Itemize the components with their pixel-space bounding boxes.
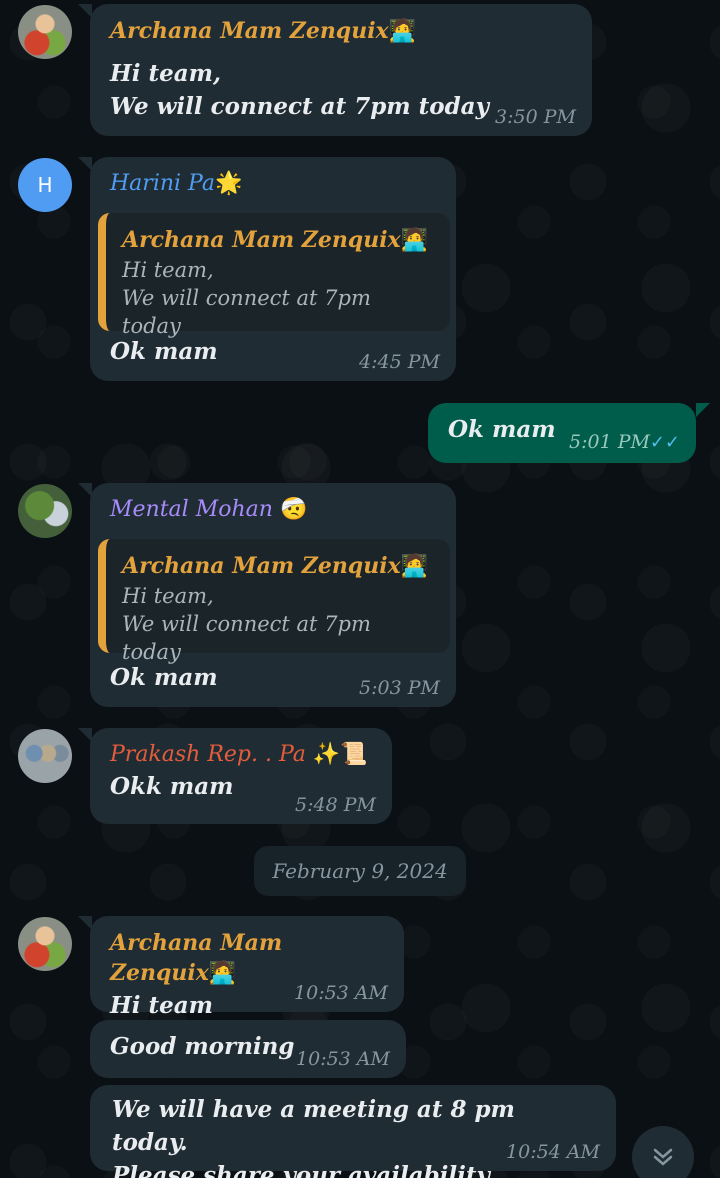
technologist-emoji: 🧑‍💻 <box>208 961 237 986</box>
message-bubble-2[interactable]: Harini Pa🌟 Archana Mam Zenquix🧑‍💻 Hi tea… <box>90 157 456 381</box>
quoted-message[interactable]: Archana Mam Zenquix🧑‍💻 Hi team, We will … <box>98 213 450 338</box>
sparkles-scroll-emoji: ✨📜 <box>312 742 368 767</box>
sender-name[interactable]: Prakash Rep. . Pa ✨📜 <box>110 740 372 770</box>
message-bubble-7[interactable]: Good morning 10:53 AM <box>90 1020 406 1078</box>
technologist-emoji: 🧑‍💻 <box>400 554 429 579</box>
message-bubble-outgoing[interactable]: Ok mam 5:01 PM ✓✓ <box>428 403 696 463</box>
quoted-line: Hi team, <box>122 584 214 608</box>
sender-name-text: Archana Mam Zenquix <box>110 930 283 986</box>
message-time: 5:48 PM <box>295 794 376 816</box>
chevron-double-down-icon <box>653 1148 673 1166</box>
technologist-emoji: 🧑‍💻 <box>400 228 429 253</box>
quoted-line: Hi team, <box>122 258 214 282</box>
sender-name-text: Mental Mohan <box>110 497 273 522</box>
avatar-prakash[interactable] <box>18 729 72 783</box>
double-check-icon: ✓✓ <box>649 432 680 453</box>
avatar-harini[interactable]: H <box>18 158 72 212</box>
avatar-archana[interactable] <box>18 917 72 971</box>
message-time: 10:54 AM <box>506 1141 600 1163</box>
message-bubble-6[interactable]: Archana Mam Zenquix🧑‍💻 Hi team 10:53 AM <box>90 916 404 1019</box>
message-bubble-8[interactable]: We will have a meeting at 8 pm today. Pl… <box>90 1085 616 1178</box>
message-time: 4:45 PM <box>359 351 440 373</box>
sender-name[interactable]: Mental Mohan 🤕 <box>110 495 436 525</box>
bubble-tail <box>696 403 710 417</box>
avatar-letter: H <box>37 173 53 197</box>
message-bubble-1[interactable]: Archana Mam Zenquix🧑‍💻 Hi team, We will … <box>90 4 592 136</box>
technologist-emoji: 🧑‍💻 <box>388 19 417 44</box>
bandage-face-emoji: 🤕 <box>279 497 308 522</box>
sender-name[interactable]: Archana Mam Zenquix🧑‍💻 <box>110 16 572 47</box>
message-text: Ok mam <box>110 338 218 365</box>
quoted-line: We will connect at 7pm today <box>122 612 371 664</box>
date-separator: February 9, 2024 <box>254 846 466 896</box>
avatar-mohan[interactable] <box>18 484 72 538</box>
sender-name[interactable]: Archana Mam Zenquix🧑‍💻 <box>110 928 384 989</box>
message-time: 10:53 AM <box>296 1048 390 1070</box>
message-time: 10:53 AM <box>294 982 388 1004</box>
message-text: We will have a meeting at 8 pm today. Pl… <box>112 1093 594 1178</box>
message-bubble-5[interactable]: Prakash Rep. . Pa ✨📜 Okk mam 5:48 PM <box>90 728 392 824</box>
message-text: Ok mam <box>110 664 218 691</box>
quoted-sender: Archana Mam Zenquix <box>122 227 401 253</box>
message-time: 3:50 PM <box>495 106 576 128</box>
sender-name[interactable]: Harini Pa🌟 <box>110 169 436 199</box>
quoted-line: We will connect at 7pm today <box>122 286 371 338</box>
sender-name-text: Harini Pa <box>110 171 215 196</box>
quoted-message[interactable]: Archana Mam Zenquix🧑‍💻 Hi team, We will … <box>98 539 450 664</box>
date-text: February 9, 2024 <box>272 859 448 883</box>
avatar-archana[interactable] <box>18 5 72 59</box>
quoted-sender: Archana Mam Zenquix <box>122 553 401 579</box>
message-time: 5:01 PM <box>569 431 650 453</box>
star-emoji: 🌟 <box>214 171 243 196</box>
sender-name-text: Archana Mam Zenquix <box>110 18 389 44</box>
message-bubble-4[interactable]: Mental Mohan 🤕 Archana Mam Zenquix🧑‍💻 Hi… <box>90 483 456 707</box>
message-line: Hi team, <box>110 60 221 87</box>
message-time: 5:03 PM <box>359 677 440 699</box>
sender-name-text: Prakash Rep. . Pa <box>110 742 306 767</box>
